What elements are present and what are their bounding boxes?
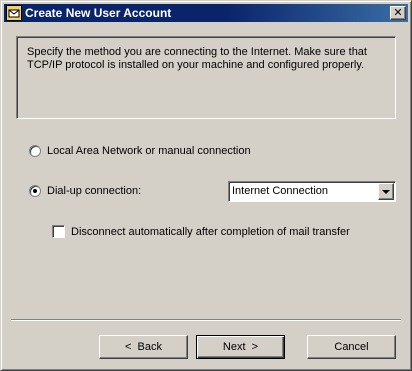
next-button[interactable]: Next > <box>196 335 285 359</box>
radio-dialup-row[interactable]: Dial-up connection: <box>29 185 141 197</box>
info-text: Specify the method you are connecting to… <box>27 46 367 71</box>
separator <box>11 319 401 321</box>
info-panel: Specify the method you are connecting to… <box>16 36 396 119</box>
radio-lan[interactable] <box>29 145 41 157</box>
back-button[interactable]: < Back <box>99 335 188 359</box>
disconnect-checkbox-label: Disconnect automatically after completio… <box>71 225 350 238</box>
close-button[interactable]: ✕ <box>390 6 406 20</box>
chevron-down-icon <box>382 189 390 194</box>
cancel-button[interactable]: Cancel <box>307 335 396 359</box>
radio-dialup[interactable] <box>29 185 41 197</box>
dialup-connection-value: Internet Connection <box>232 185 329 197</box>
create-user-account-dialog: Create New User Account ✕ Specify the me… <box>0 0 412 371</box>
title-bar[interactable]: Create New User Account ✕ <box>4 4 408 22</box>
radio-dialup-label: Dial-up connection: <box>47 185 142 197</box>
dialup-connection-select[interactable]: Internet Connection <box>228 181 396 202</box>
dropdown-button[interactable] <box>378 183 394 200</box>
disconnect-checkbox[interactable] <box>52 225 65 238</box>
disconnect-checkbox-row[interactable]: Disconnect automatically after completio… <box>52 225 350 238</box>
app-icon <box>6 5 22 21</box>
close-icon: ✕ <box>393 6 403 19</box>
window-title: Create New User Account <box>25 6 172 20</box>
radio-lan-row[interactable]: Local Area Network or manual connection <box>29 145 251 157</box>
radio-lan-label: Local Area Network or manual connection <box>47 145 251 157</box>
